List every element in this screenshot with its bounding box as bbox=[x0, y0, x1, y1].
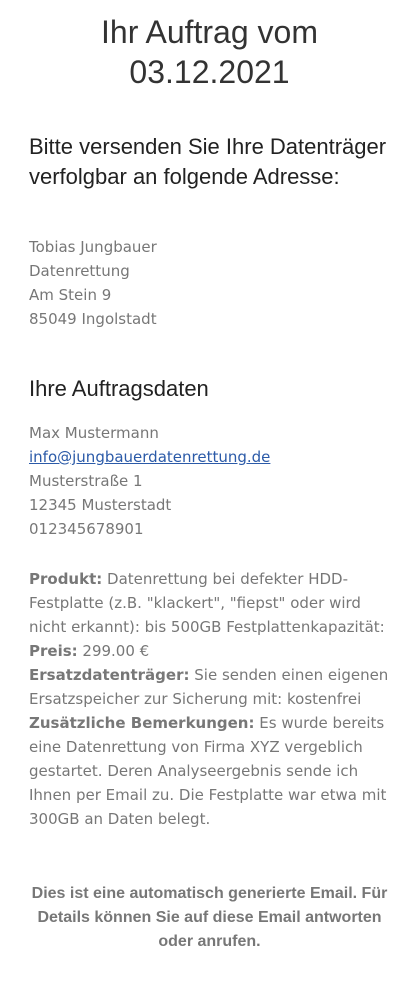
title-line-2-date: 03.12.2021 bbox=[129, 54, 290, 90]
customer-city: 12345 Musterstadt bbox=[29, 496, 172, 514]
footer-note: Dies ist eine automatisch generierte Ema… bbox=[31, 885, 388, 950]
price-row: Preis: 299.00 € bbox=[29, 639, 389, 663]
customer-name: Max Mustermann bbox=[29, 424, 159, 442]
replacement-label: Ersatzdatenträger: bbox=[29, 666, 190, 684]
title-line-1: Ihr Auftrag vom bbox=[101, 14, 318, 50]
order-details: Produkt: Datenrettung bei defekter HDD-F… bbox=[29, 567, 389, 831]
address-name: Tobias Jungbauer bbox=[29, 238, 157, 256]
page-title: Ihr Auftrag vom 03.12.2021 bbox=[0, 12, 419, 92]
customer-street: Musterstraße 1 bbox=[29, 472, 143, 490]
shipping-heading: Bitte versenden Sie Ihre Datenträger ver… bbox=[29, 132, 409, 192]
address-city: 85049 Ingolstadt bbox=[29, 310, 157, 328]
remarks-label: Zusätzliche Bemerkungen: bbox=[29, 714, 255, 732]
address-street: Am Stein 9 bbox=[29, 286, 112, 304]
customer-phone: 012345678901 bbox=[29, 520, 144, 538]
remarks-row: Zusätzliche Bemerkungen: Es wurde bereit… bbox=[29, 711, 389, 831]
shipping-address: Tobias Jungbauer Datenrettung Am Stein 9… bbox=[29, 235, 389, 331]
customer-email-link[interactable]: info@jungbauerdatenrettung.de bbox=[29, 448, 270, 466]
price-value: 299.00 € bbox=[77, 642, 150, 660]
address-company: Datenrettung bbox=[29, 262, 130, 280]
order-heading: Ihre Auftragsdaten bbox=[29, 376, 209, 401]
shipping-heading-line-2: verfolgbar an folgende Adresse: bbox=[29, 164, 340, 189]
shipping-heading-line-1: Bitte versenden Sie Ihre Datenträger bbox=[29, 134, 387, 159]
product-row: Produkt: Datenrettung bei defekter HDD-F… bbox=[29, 567, 389, 639]
email-body: Ihr Auftrag vom 03.12.2021 Bitte versend… bbox=[0, 0, 419, 981]
price-label: Preis: bbox=[29, 642, 78, 660]
replacement-row: Ersatzdatenträger: Sie senden einen eige… bbox=[29, 663, 389, 711]
customer-data: Max Mustermann info@jungbauerdatenrettun… bbox=[29, 421, 389, 541]
product-label: Produkt: bbox=[29, 570, 103, 588]
